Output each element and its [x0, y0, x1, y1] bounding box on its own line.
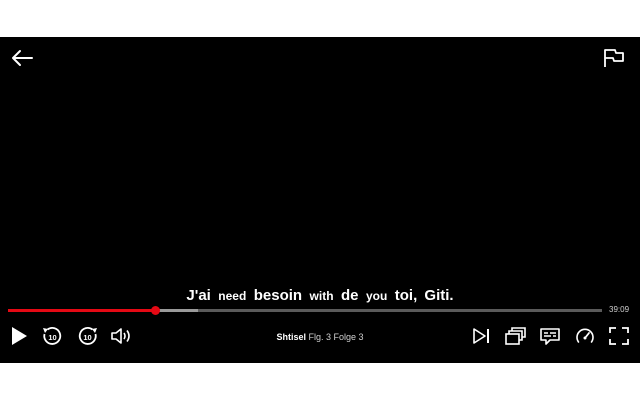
progress-bar[interactable]: [8, 306, 602, 315]
report-flag-icon[interactable]: [602, 47, 626, 69]
show-title: Shtisel: [276, 332, 306, 342]
subtitles-icon[interactable]: [539, 325, 561, 347]
playback-speed-icon[interactable]: [574, 325, 596, 347]
subtitle-word: toi, Giti.: [394, 287, 454, 304]
episodes-icon[interactable]: [504, 325, 526, 347]
episode-label: Folge 3: [333, 332, 364, 342]
subtitle-word: de: [341, 287, 359, 304]
progress-scrubber-handle[interactable]: [151, 306, 161, 315]
subtitle-word: need: [218, 289, 247, 303]
next-episode-icon[interactable]: [470, 325, 492, 347]
back-arrow-icon[interactable]: [10, 48, 34, 68]
subtitle-text: J'ai need besoin with de you toi, Giti.: [0, 287, 640, 305]
time-remaining: 39:09: [609, 305, 630, 314]
season-label: Flg. 3: [308, 332, 331, 342]
video-player[interactable]: J'ai need besoin with de you toi, Giti. …: [0, 37, 640, 363]
subtitle-word: with: [309, 289, 334, 303]
subtitle-word: besoin: [253, 287, 303, 304]
subtitle-word: J'ai: [186, 287, 211, 304]
fullscreen-icon[interactable]: [608, 325, 630, 347]
subtitle-word: you: [365, 289, 388, 303]
progress-played: [8, 309, 156, 312]
